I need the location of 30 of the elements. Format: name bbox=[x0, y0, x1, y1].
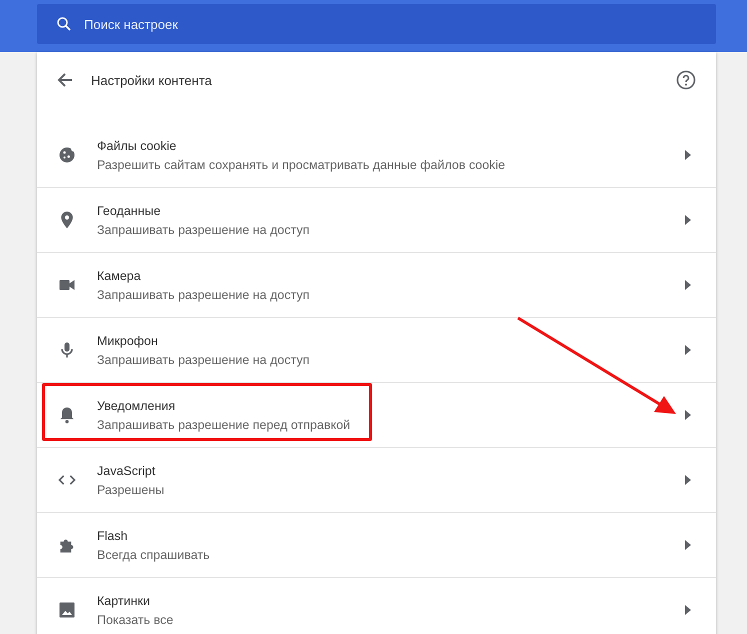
image-icon bbox=[57, 600, 77, 620]
setting-title: Файлы cookie bbox=[97, 138, 178, 152]
setting-title: Камера bbox=[97, 268, 142, 282]
setting-description: Запрашивать разрешение на доступ bbox=[97, 352, 310, 366]
setting-description: Разрешить сайтам сохранять и просматривать данные файлов cookie bbox=[97, 158, 506, 172]
setting-title: Flash bbox=[97, 528, 129, 542]
search-field[interactable]: Поиск настроек bbox=[37, 4, 716, 44]
setting-description: Разрешены bbox=[97, 482, 166, 496]
chevron-icon[interactable] bbox=[685, 475, 691, 485]
setting-description: Запрашивать разрешение на доступ bbox=[97, 288, 310, 302]
setting-description: Запрашивать разрешение на доступ bbox=[97, 222, 310, 236]
chevron-icon[interactable] bbox=[685, 215, 691, 225]
setting-description: Показать все bbox=[97, 612, 174, 626]
setting-title: JavaScript bbox=[97, 464, 156, 478]
chevron-icon[interactable] bbox=[685, 605, 691, 615]
help-icon[interactable] bbox=[676, 70, 696, 90]
chevron-icon[interactable] bbox=[685, 345, 691, 355]
setting-description: Всегда спрашивать bbox=[97, 548, 211, 562]
back-arrow-icon[interactable] bbox=[57, 72, 73, 88]
cookie-icon bbox=[57, 145, 77, 165]
chevron-icon[interactable] bbox=[685, 280, 691, 290]
setting-title: Картинки bbox=[97, 594, 151, 608]
setting-title: Уведомления bbox=[97, 398, 176, 412]
chevron-icon[interactable] bbox=[685, 410, 691, 420]
setting-title: Микрофон bbox=[97, 334, 159, 348]
chevron-icon[interactable] bbox=[685, 150, 691, 160]
page-title: Настройки контента bbox=[91, 72, 212, 88]
chevron-icon[interactable] bbox=[685, 540, 691, 550]
setting-title: Геоданные bbox=[97, 204, 162, 218]
setting-description: Запрашивать разрешение перед отправкой bbox=[97, 418, 352, 432]
